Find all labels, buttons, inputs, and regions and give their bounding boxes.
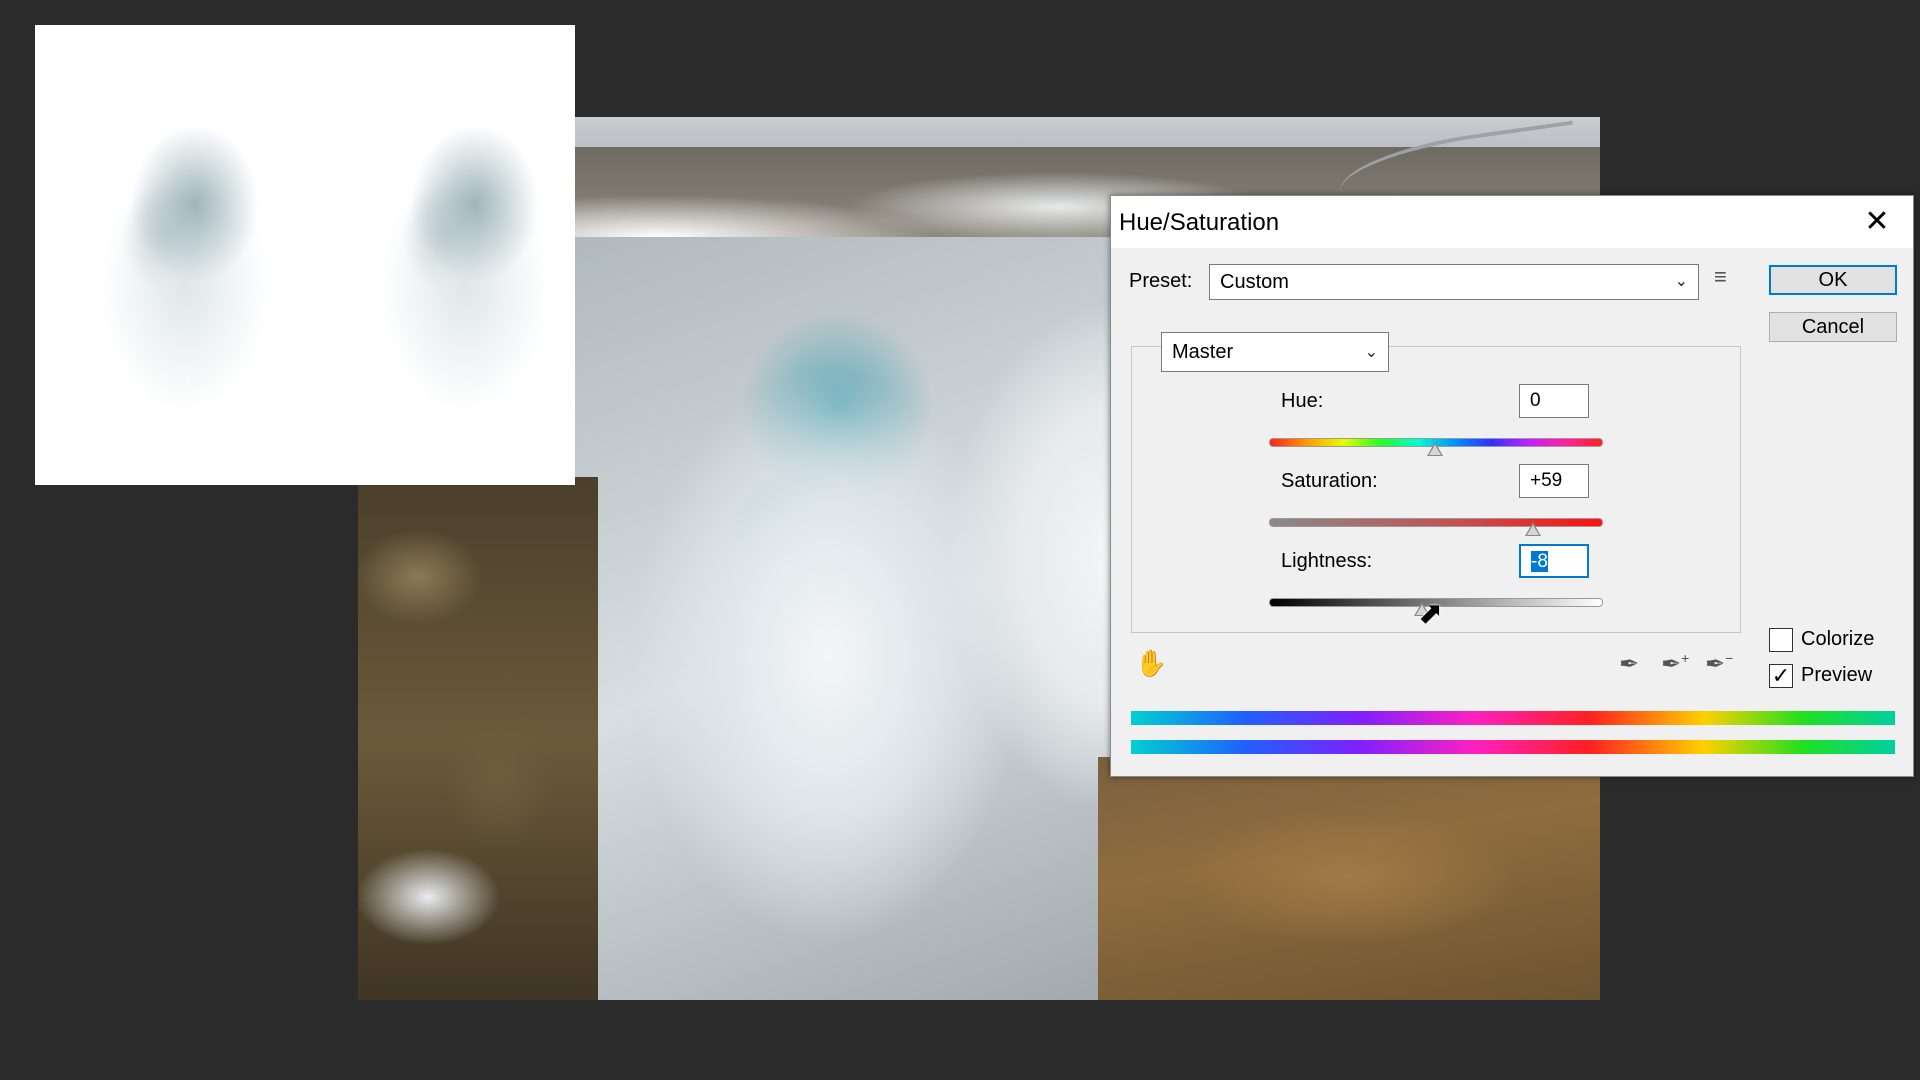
- chevron-down-icon: ⌄: [1364, 344, 1378, 361]
- hue-label: Hue:: [1281, 390, 1324, 412]
- mouse-pointer-icon: ⬈: [1418, 597, 1444, 630]
- colorize-checkbox[interactable]: [1769, 628, 1793, 652]
- lightness-input-value: -8: [1531, 551, 1548, 572]
- preset-label: Preset:: [1129, 270, 1193, 292]
- preset-select[interactable]: Custom ⌄: [1209, 264, 1699, 300]
- colorize-label: Colorize: [1801, 628, 1875, 650]
- eyedropper-subtract-icon[interactable]: ✒−: [1705, 650, 1733, 679]
- mask-shape-right: [375, 105, 575, 435]
- dialog-titlebar[interactable]: Hue/Saturation ✕: [1111, 196, 1913, 248]
- lightness-input[interactable]: -8: [1519, 544, 1589, 578]
- saturation-input[interactable]: +59: [1519, 464, 1589, 498]
- ok-button[interactable]: OK: [1769, 265, 1897, 295]
- cancel-button[interactable]: Cancel: [1769, 312, 1897, 342]
- close-icon[interactable]: ✕: [1859, 204, 1895, 240]
- preset-select-value: Custom: [1220, 271, 1289, 293]
- saturation-slider-track[interactable]: [1269, 518, 1603, 527]
- saturation-label: Saturation:: [1281, 470, 1378, 492]
- hue-slider-thumb[interactable]: [1427, 442, 1443, 456]
- dialog-title: Hue/Saturation: [1119, 209, 1280, 236]
- preset-options-icon[interactable]: ≡: [1714, 264, 1727, 290]
- eyedropper-add-icon[interactable]: ✒+: [1661, 650, 1689, 679]
- chevron-down-icon: ⌄: [1674, 273, 1688, 290]
- lightness-label: Lightness:: [1281, 550, 1373, 572]
- photo-field: [1098, 757, 1600, 1000]
- channel-select-value: Master: [1172, 341, 1234, 363]
- adjustment-group: [1131, 346, 1741, 633]
- output-color-bar: [1131, 740, 1895, 754]
- mask-preview: [35, 25, 575, 485]
- eyedropper-icon[interactable]: ✒: [1619, 650, 1639, 679]
- preview-label: Preview: [1801, 664, 1873, 686]
- hue-saturation-dialog: Hue/Saturation ✕ Preset: Custom ⌄ ≡ OK C…: [1110, 195, 1914, 777]
- channel-select[interactable]: Master ⌄: [1161, 332, 1389, 372]
- mask-shape-left: [95, 105, 295, 435]
- targeted-adjustment-hand-icon[interactable]: ✋: [1135, 648, 1167, 679]
- hue-input[interactable]: 0: [1519, 384, 1589, 418]
- preview-checkbox[interactable]: ✓: [1769, 664, 1793, 688]
- input-color-bar: [1131, 711, 1895, 725]
- photo-rocks: [358, 477, 598, 1000]
- saturation-slider-thumb[interactable]: [1524, 522, 1541, 536]
